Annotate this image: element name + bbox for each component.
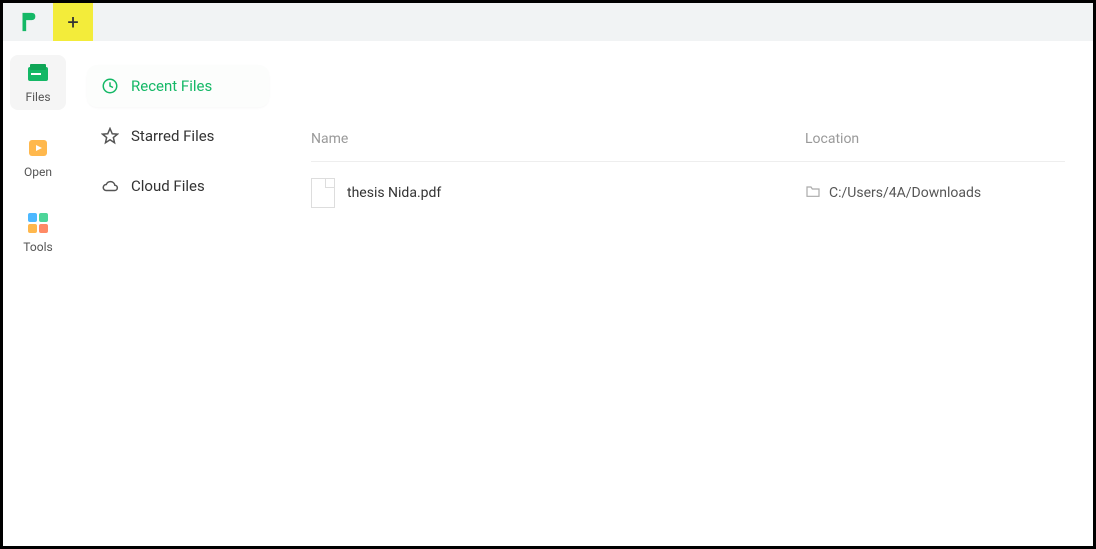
rail-label-files: Files (25, 90, 50, 104)
column-header-location: Location (805, 131, 1065, 147)
pdf-file-icon (311, 178, 335, 208)
rail-item-tools[interactable]: Tools (10, 205, 66, 260)
sidebar-item-starred[interactable]: Starred Files (87, 115, 269, 157)
sidebar-label-recent: Recent Files (131, 77, 212, 95)
file-location-text: C:/Users/4A/Downloads (829, 185, 981, 201)
rail-label-open: Open (24, 165, 52, 179)
file-row[interactable]: thesis Nida.pdf C:/Users/4A/Downloads (311, 162, 1065, 224)
star-icon (101, 127, 119, 145)
sidebar-item-recent[interactable]: Recent Files (87, 65, 269, 107)
new-tab-button[interactable]: + (53, 3, 93, 41)
content-area: Name Location thesis Nida.pdf C:/Users/4… (283, 41, 1093, 546)
sidebar-item-cloud[interactable]: Cloud Files (87, 165, 269, 207)
column-header-name: Name (311, 131, 805, 147)
folder-icon (805, 184, 821, 202)
cloud-icon (101, 177, 119, 195)
open-icon (26, 136, 50, 160)
rail-item-open[interactable]: Open (10, 130, 66, 185)
clock-icon (101, 77, 119, 95)
titlebar: + (3, 3, 1093, 41)
file-name: thesis Nida.pdf (347, 185, 805, 201)
app-logo-icon (17, 11, 39, 33)
app-logo-tab[interactable] (3, 3, 53, 41)
file-thumbnail (311, 178, 347, 208)
sidebar-label-starred: Starred Files (131, 127, 214, 145)
rail-label-tools: Tools (23, 240, 52, 254)
plus-icon: + (67, 10, 78, 34)
rail-item-files[interactable]: Files (10, 55, 66, 110)
left-rail: Files Open Tools (3, 41, 73, 546)
tools-icon (26, 211, 50, 235)
sidebar-label-cloud: Cloud Files (131, 177, 205, 195)
files-icon (26, 61, 50, 85)
main-area: Files Open Tools (3, 41, 1093, 546)
file-location-cell: C:/Users/4A/Downloads (805, 184, 1065, 202)
sidebar: Recent Files Starred Files Cloud Files (73, 41, 283, 546)
table-header: Name Location (311, 131, 1065, 162)
